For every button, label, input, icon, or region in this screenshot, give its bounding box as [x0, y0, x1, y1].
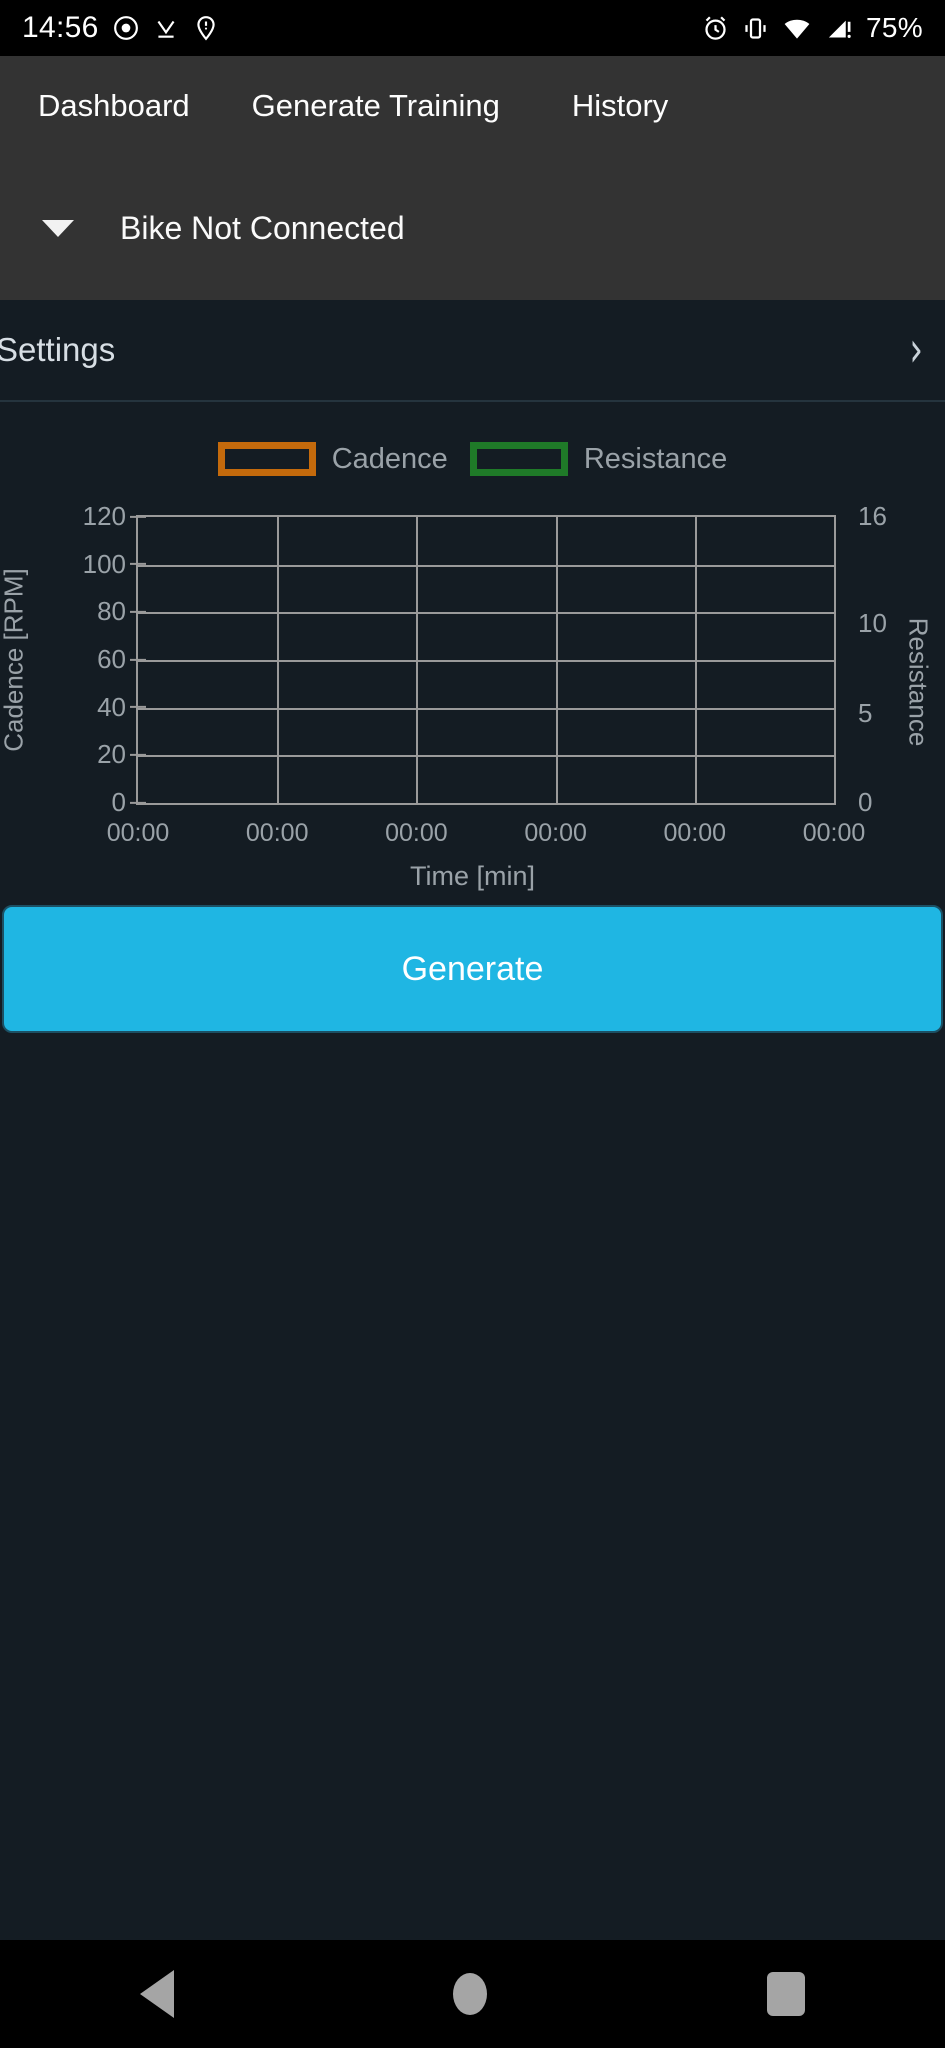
android-nav-bar — [0, 1940, 945, 2048]
y-tick-label-right: 5 — [858, 697, 873, 728]
bike-status-label: Bike Not Connected — [120, 209, 405, 246]
x-tick-label: 00:00 — [802, 819, 866, 847]
status-bar-left: 14:56 — [22, 11, 219, 45]
y-tick-mark — [130, 610, 146, 613]
y-tick-label-left: 100 — [83, 549, 146, 580]
gridline-vertical — [694, 517, 697, 803]
y-tick-mark — [130, 706, 146, 709]
x-tick-label: 00:00 — [385, 819, 448, 847]
status-clock: 14:56 — [22, 11, 99, 44]
record-dot-icon — [113, 15, 139, 41]
generate-button-label: Generate — [401, 949, 544, 988]
gridline-vertical — [555, 517, 558, 803]
y-tick-label-left: 0 — [112, 787, 146, 818]
recents-square-icon[interactable] — [767, 1972, 806, 2016]
tab-dashboard[interactable]: Dashboard — [38, 88, 190, 124]
y-tick-label-right: 16 — [858, 500, 887, 531]
alarm-clock-icon — [702, 15, 729, 42]
plot-wrapper: Cadence [RPM] Resistance 120 100 80 60 40 20 0… — [0, 402, 945, 896]
y-tick-mark — [130, 801, 146, 804]
y-tick-mark — [130, 658, 146, 661]
gridline-horizontal — [138, 707, 834, 710]
gridline-horizontal — [138, 564, 834, 567]
y-tick-label-left: 40 — [97, 692, 146, 723]
gridline-vertical — [416, 517, 419, 803]
y-tick-label-right: 10 — [858, 608, 887, 639]
x-tick-label: 00:00 — [106, 819, 170, 847]
plot-area: 120 100 80 60 40 20 0 16 10 5 0 00:00 00:00 00:00 00:0… — [83, 501, 887, 847]
vibrate-icon — [742, 15, 769, 42]
home-circle-icon[interactable] — [453, 1973, 488, 2015]
signal-warning-icon — [825, 15, 853, 42]
back-triangle-icon[interactable] — [139, 1970, 174, 2018]
tab-history[interactable]: History — [572, 88, 668, 124]
y-tick-mark — [130, 563, 146, 566]
gridline-horizontal — [138, 755, 834, 758]
wifi-icon — [782, 15, 812, 42]
gridline-horizontal — [138, 660, 834, 662]
y-tick-label-left: 20 — [97, 739, 146, 770]
location-pin-icon — [193, 15, 219, 41]
x-tick-label: 00:00 — [524, 819, 587, 847]
download-check-icon — [153, 15, 179, 41]
status-bar: 14:56 75% — [0, 0, 945, 56]
x-tick-label: 00:00 — [663, 819, 727, 847]
y-tick-mark — [130, 515, 146, 518]
y-tick-mark — [130, 753, 146, 756]
y-tick-label-right: 0 — [858, 786, 873, 817]
settings-label: Settings — [0, 331, 116, 368]
y-axis-label-left: Cadence [RPM] — [0, 568, 29, 752]
bike-connection-row[interactable]: Bike Not Connected — [0, 156, 945, 300]
y-tick-label-left: 120 — [83, 501, 146, 532]
gridline-vertical — [277, 517, 280, 803]
x-axis-label: Time [min] — [409, 861, 535, 891]
content-empty-area — [0, 1035, 945, 1940]
tab-generate-training[interactable]: Generate Training — [252, 88, 500, 124]
y-axis-label-right: Resistance — [903, 617, 934, 747]
generate-button[interactable]: Generate — [2, 905, 943, 1033]
y-tick-label-left: 80 — [97, 596, 146, 627]
training-chart: Cadence Resistance Cadence [RPM] Resista… — [0, 402, 945, 896]
status-bar-right: 75% — [702, 12, 923, 44]
settings-row[interactable]: Settings › — [0, 300, 945, 400]
chevron-down-icon[interactable] — [42, 219, 74, 237]
y-tick-label-left: 60 — [97, 644, 146, 675]
app-screen: 14:56 75% Dashboard Generate Training Hi… — [0, 0, 945, 2048]
battery-percentage: 75% — [866, 12, 923, 43]
top-tab-bar: Dashboard Generate Training History — [0, 56, 945, 156]
chevron-right-icon[interactable]: › — [909, 325, 923, 374]
x-tick-label: 00:00 — [245, 819, 309, 847]
gridline-horizontal — [138, 612, 834, 615]
